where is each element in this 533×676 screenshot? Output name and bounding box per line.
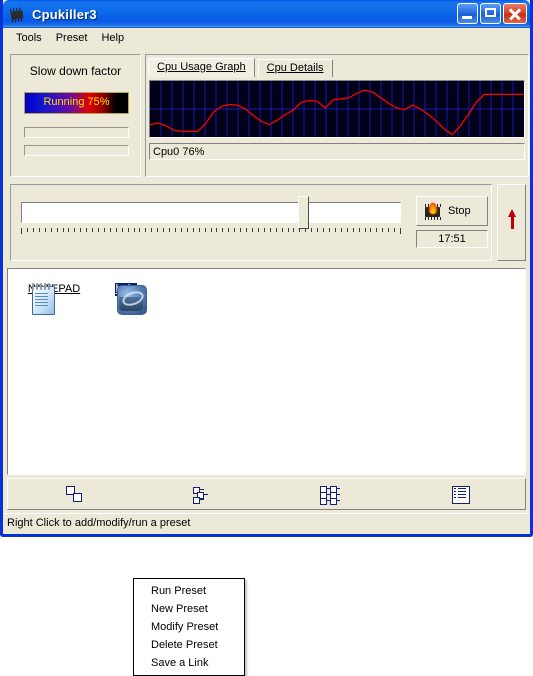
- cpu-status-text: Cpu0 76%: [149, 143, 525, 160]
- title-bar-left: Cpukiller3: [3, 0, 530, 28]
- large-icons-icon: [61, 485, 85, 503]
- tab-cpu-usage-graph-label: Cpu Usage Graph: [157, 61, 246, 73]
- slow-down-factor-label: Slow down factor: [29, 64, 122, 78]
- slow-down-factor-panel: Slow down factor Running 75%: [10, 54, 141, 177]
- view-mode-toolbar: [7, 478, 526, 510]
- tab-cpu-details-label: Cpu Details: [266, 62, 324, 74]
- window-title: Cpukiller3: [32, 6, 97, 22]
- stop-button-label: Stop: [448, 205, 471, 217]
- context-menu-item-run-preset[interactable]: Run Preset: [134, 582, 244, 600]
- context-menu-item-new-preset[interactable]: New Preset: [134, 600, 244, 618]
- small-icons-view-button[interactable]: [137, 479, 266, 509]
- list-view-button[interactable]: [267, 479, 396, 509]
- cpu-usage-graph: [149, 80, 525, 138]
- running-progress-label: Running 75%: [43, 96, 110, 108]
- raise-priority-button[interactable]: [497, 184, 526, 261]
- slider-panel: Stop 17:51: [10, 184, 492, 261]
- preset-context-menu: Run Preset New Preset Modify Preset Dele…: [133, 578, 245, 676]
- slider-tick-marks: [21, 228, 401, 234]
- timer-display: 17:51: [416, 230, 488, 248]
- details-view-button[interactable]: [396, 479, 525, 509]
- burning-chip-icon: [422, 202, 444, 220]
- context-menu-item-delete-preset[interactable]: Delete Preset: [134, 636, 244, 654]
- menu-item-help[interactable]: Help: [94, 30, 131, 46]
- chip-icon: [8, 7, 26, 23]
- stop-button[interactable]: Stop: [416, 196, 488, 226]
- up-arrow-icon: [508, 209, 516, 229]
- context-menu-item-modify-preset[interactable]: Modify Preset: [134, 618, 244, 636]
- slowdown-slider-track[interactable]: [21, 202, 401, 223]
- context-menu-item-save-a-link[interactable]: Save a Link: [134, 654, 244, 672]
- menu-bar: Tools Preset Help: [3, 28, 530, 47]
- running-progress-bar: Running 75%: [24, 92, 129, 114]
- cpu-usage-graph-svg: [150, 81, 524, 137]
- chip-body: [10, 9, 24, 20]
- preset-icon-area[interactable]: NOTEPAD halo Run Preset New Preset Modif…: [7, 268, 526, 676]
- secondary-progress-bar-1: [24, 127, 129, 138]
- preset-icon-halo[interactable]: halo: [88, 283, 164, 315]
- application-window: Cpukiller3 Tools Preset Help Slow down f…: [0, 0, 533, 676]
- small-icons-icon: [190, 485, 214, 504]
- details-icon: [448, 485, 472, 504]
- preset-icon-notepad[interactable]: NOTEPAD: [16, 283, 92, 315]
- list-icon: [319, 485, 343, 505]
- title-bar: Cpukiller3: [3, 0, 530, 28]
- tab-cpu-details[interactable]: Cpu Details: [257, 59, 333, 77]
- tab-strip: Cpu Usage Graph Cpu Details: [148, 58, 336, 77]
- secondary-progress-bar-2: [24, 145, 129, 156]
- menu-item-tools[interactable]: Tools: [9, 30, 49, 46]
- status-bar: Right Click to add/modify/run a preset: [4, 513, 529, 532]
- tab-cpu-usage-graph[interactable]: Cpu Usage Graph: [148, 58, 255, 77]
- minimize-button[interactable]: [457, 3, 478, 24]
- window-controls: [457, 3, 527, 24]
- cpu-panel: Cpu Usage Graph Cpu Details Cpu0 76%: [145, 54, 529, 177]
- close-button[interactable]: [503, 3, 527, 24]
- slowdown-slider-thumb[interactable]: [298, 196, 309, 229]
- large-icons-view-button[interactable]: [8, 479, 137, 509]
- maximize-button[interactable]: [480, 3, 501, 24]
- menu-item-preset[interactable]: Preset: [49, 30, 95, 46]
